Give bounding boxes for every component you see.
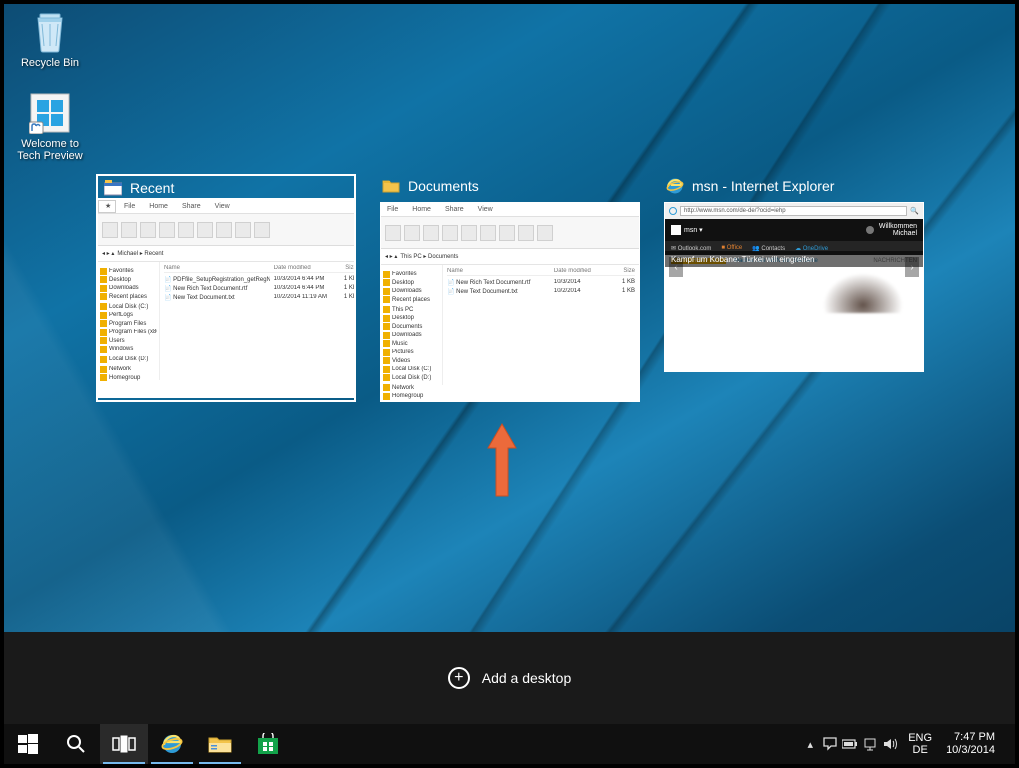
task-view: Recent ★FileHomeShareView ◂ ▸ ▴Michael ▸… bbox=[96, 174, 926, 402]
task-thumb-preview: FileHomeShareView ◂ ▸ ▴This PC ▸ Documen… bbox=[380, 202, 640, 402]
network-icon[interactable] bbox=[862, 736, 878, 752]
welcome-shortcut-icon[interactable]: Welcome to Tech Preview bbox=[14, 91, 86, 162]
volume-icon[interactable] bbox=[882, 736, 898, 752]
taskbar-ie-button[interactable] bbox=[148, 724, 196, 764]
taskbar-store-button[interactable] bbox=[244, 724, 292, 764]
tray-overflow-icon[interactable]: ▴ bbox=[802, 736, 818, 752]
task-thumb-recent[interactable]: Recent ★FileHomeShareView ◂ ▸ ▴Michael ▸… bbox=[96, 174, 356, 402]
ie-icon bbox=[666, 177, 684, 195]
language-indicator[interactable]: ENGDE bbox=[908, 732, 932, 756]
system-tray[interactable]: ▴ ENGDE 7:47 PM10/3/2014 bbox=[796, 724, 1015, 764]
folder-icon bbox=[382, 177, 400, 195]
welcome-shortcut-label: Welcome to Tech Preview bbox=[14, 138, 86, 162]
task-thumb-title: Recent bbox=[130, 180, 174, 196]
task-thumb-documents[interactable]: Documents FileHomeShareView ◂ ▸ ▴This PC… bbox=[380, 174, 640, 402]
explorer-icon bbox=[104, 179, 122, 197]
task-thumb-ie[interactable]: msn - Internet Explorer http://www.msn.c… bbox=[664, 174, 926, 402]
recycle-bin-label: Recycle Bin bbox=[14, 57, 86, 69]
add-desktop-label: Add a desktop bbox=[482, 670, 572, 686]
task-thumb-preview: http://www.msn.com/de-de/?ocid=iehp 🔍 ms… bbox=[664, 202, 924, 372]
battery-icon[interactable] bbox=[842, 736, 858, 752]
task-thumb-title: Documents bbox=[408, 178, 479, 194]
search-button[interactable] bbox=[52, 724, 100, 764]
action-center-icon[interactable] bbox=[822, 736, 838, 752]
taskbar-explorer-button[interactable] bbox=[196, 724, 244, 764]
plus-icon: + bbox=[448, 667, 470, 689]
start-button[interactable] bbox=[4, 724, 52, 764]
recycle-bin-icon[interactable]: Recycle Bin bbox=[14, 10, 86, 69]
virtual-desktop-bar: + Add a desktop bbox=[4, 632, 1015, 724]
annotation-arrow-icon bbox=[486, 422, 518, 505]
task-thumb-preview: ★FileHomeShareView ◂ ▸ ▴Michael ▸ Recent… bbox=[98, 200, 354, 396]
taskbar: ▴ ENGDE 7:47 PM10/3/2014 bbox=[4, 724, 1015, 764]
add-desktop-button[interactable]: + Add a desktop bbox=[448, 667, 572, 689]
task-thumb-title: msn - Internet Explorer bbox=[692, 178, 834, 194]
task-view-button[interactable] bbox=[100, 724, 148, 764]
clock[interactable]: 7:47 PM10/3/2014 bbox=[946, 731, 995, 757]
